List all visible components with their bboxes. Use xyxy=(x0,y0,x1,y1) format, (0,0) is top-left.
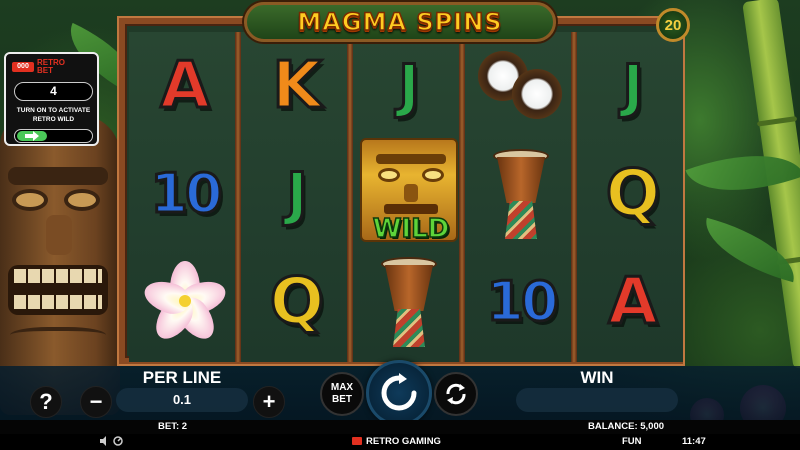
symbol-j: J xyxy=(621,52,646,120)
reels-frame: A 10 K J Q J WILD 10 J Q A xyxy=(117,16,685,366)
game-title: MAGMA SPINS xyxy=(297,7,503,37)
spin-icon xyxy=(381,373,417,411)
symbol-q: Q xyxy=(268,265,325,339)
symbol-coconut xyxy=(471,36,571,136)
game-mode: FUN xyxy=(622,436,642,447)
per-line-label: PER LINE xyxy=(142,368,222,387)
symbol-q: Q xyxy=(604,157,661,231)
game-title-banner: MAGMA SPINS xyxy=(244,2,556,42)
bottom-bar: RETRO GAMING FUN 11:47 xyxy=(0,434,800,450)
symbol-wild: WILD xyxy=(359,138,459,245)
retro-bet-panel: 000 RETRO BET 4 TURN ON TO ACTIVATE RETR… xyxy=(4,52,99,146)
symbol-k: K xyxy=(271,49,324,123)
coconut-icon xyxy=(478,51,564,121)
autoplay-icon xyxy=(446,383,466,405)
retro-wild-toggle[interactable] xyxy=(14,129,93,143)
clock: 11:47 xyxy=(682,436,706,447)
balance: BALANCE: 5,000 xyxy=(588,421,665,432)
symbol-a: A xyxy=(607,265,660,339)
symbol-j: J xyxy=(285,160,310,228)
drum-icon xyxy=(381,257,437,347)
retro-gaming-logo-icon xyxy=(352,437,362,445)
retro-bet-count: 4 xyxy=(14,82,93,101)
symbol-10: 10 xyxy=(485,270,560,333)
arrow-right-icon xyxy=(17,131,47,141)
turbo-icon[interactable] xyxy=(113,436,123,446)
win-label: WIN xyxy=(580,368,614,387)
decrease-bet-button[interactable]: − xyxy=(80,386,112,418)
spin-button[interactable] xyxy=(366,360,432,426)
sound-icon[interactable] xyxy=(100,436,110,446)
help-button[interactable]: ? xyxy=(30,386,62,418)
win-value xyxy=(516,388,678,412)
per-line-value: 0.1 xyxy=(116,388,248,412)
plumeria-flower-icon xyxy=(137,257,233,347)
symbol-drum xyxy=(471,144,571,244)
drum-icon xyxy=(493,149,549,239)
increase-bet-button[interactable]: + xyxy=(253,386,285,418)
wild-label: WILD xyxy=(372,213,450,245)
lines-badge: 20 xyxy=(656,8,690,42)
symbol-drum xyxy=(359,252,459,352)
max-bet-button[interactable]: MAX BET xyxy=(320,372,364,416)
retro-wild-hint: TURN ON TO ACTIVATE RETRO WILD xyxy=(16,107,91,123)
retro-bet-logo: 000 RETRO BET xyxy=(12,59,67,75)
bet-total: BET: 2 xyxy=(158,421,188,432)
symbol-10: 10 xyxy=(149,162,224,225)
symbol-a: A xyxy=(159,49,212,123)
symbol-j: J xyxy=(397,52,422,120)
status-bar: BET: 2 BALANCE: 5,000 xyxy=(0,420,800,434)
brand-text: RETRO GAMING xyxy=(366,436,441,447)
tiki-mask-icon: WILD xyxy=(360,138,458,245)
autoplay-button[interactable] xyxy=(434,372,478,416)
symbol-flower xyxy=(135,252,235,352)
